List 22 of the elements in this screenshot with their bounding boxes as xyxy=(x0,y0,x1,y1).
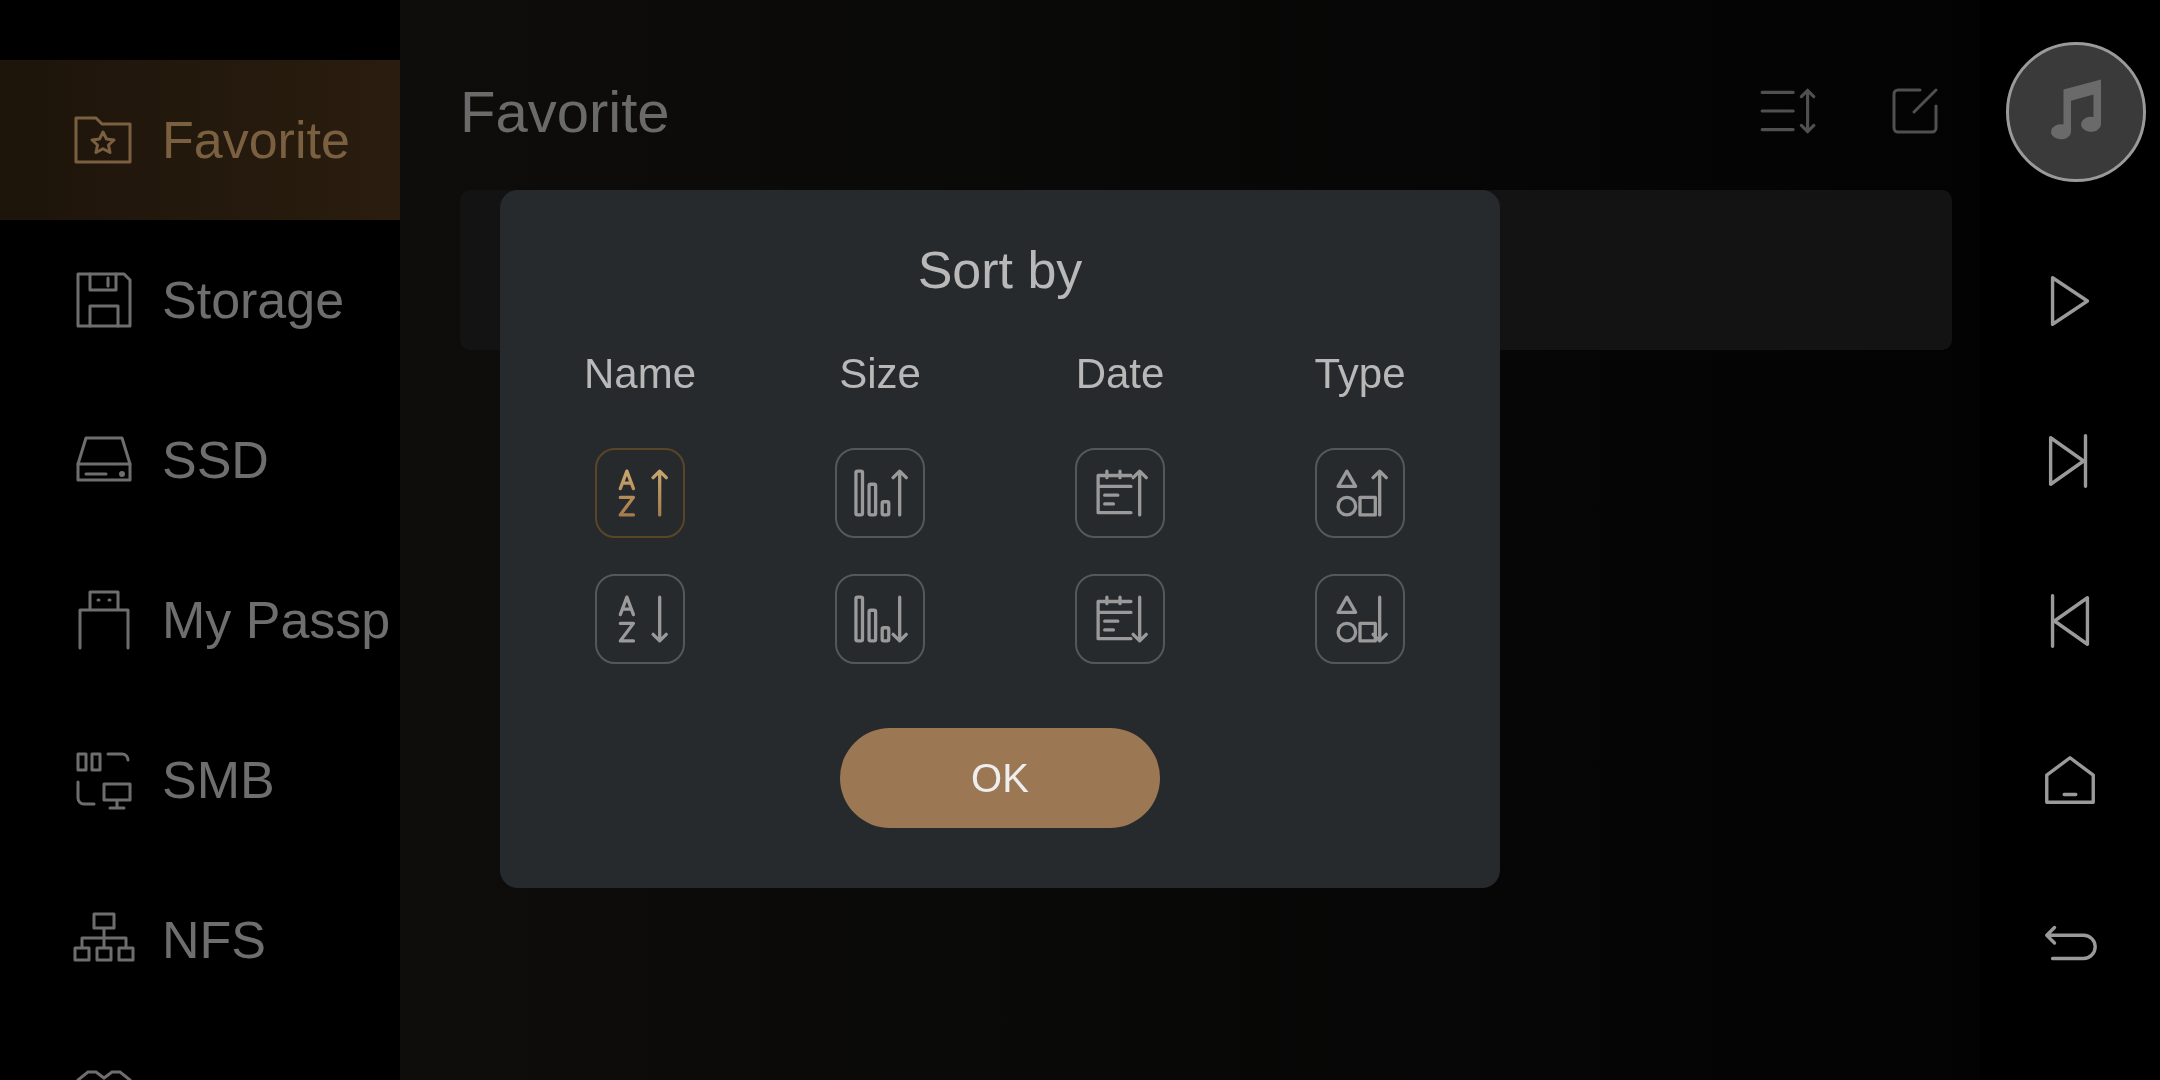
sidebar-item[interactable]: Storage xyxy=(0,220,400,380)
column-label: Type xyxy=(1314,350,1406,398)
sort-option-button[interactable] xyxy=(1075,448,1165,538)
sort-option-button[interactable] xyxy=(835,574,925,664)
dialog-title: Sort by xyxy=(917,240,1083,300)
edit-icon[interactable] xyxy=(1890,86,1940,136)
sidebar-item[interactable]: SMB xyxy=(0,700,400,860)
sidebar-item[interactable]: My Passp xyxy=(0,540,400,700)
sort-option-button[interactable] xyxy=(1315,574,1405,664)
ok-button[interactable]: OK xyxy=(840,728,1160,828)
column-label: Size xyxy=(839,350,921,398)
column-label: Date xyxy=(1075,350,1165,398)
sort-option-button[interactable] xyxy=(595,448,685,538)
sidebar-item[interactable]: Favorite xyxy=(0,60,400,220)
sidebar-item[interactable]: SSD xyxy=(0,380,400,540)
sidebar-item[interactable]: NFS xyxy=(0,860,400,1020)
sort-option-button[interactable] xyxy=(835,448,925,538)
sort-option-button[interactable] xyxy=(1075,574,1165,664)
sort-option-button[interactable] xyxy=(595,574,685,664)
page-title: Favorite xyxy=(460,77,670,145)
sort-option-button[interactable] xyxy=(1315,448,1405,538)
column-label: Name xyxy=(583,350,696,398)
